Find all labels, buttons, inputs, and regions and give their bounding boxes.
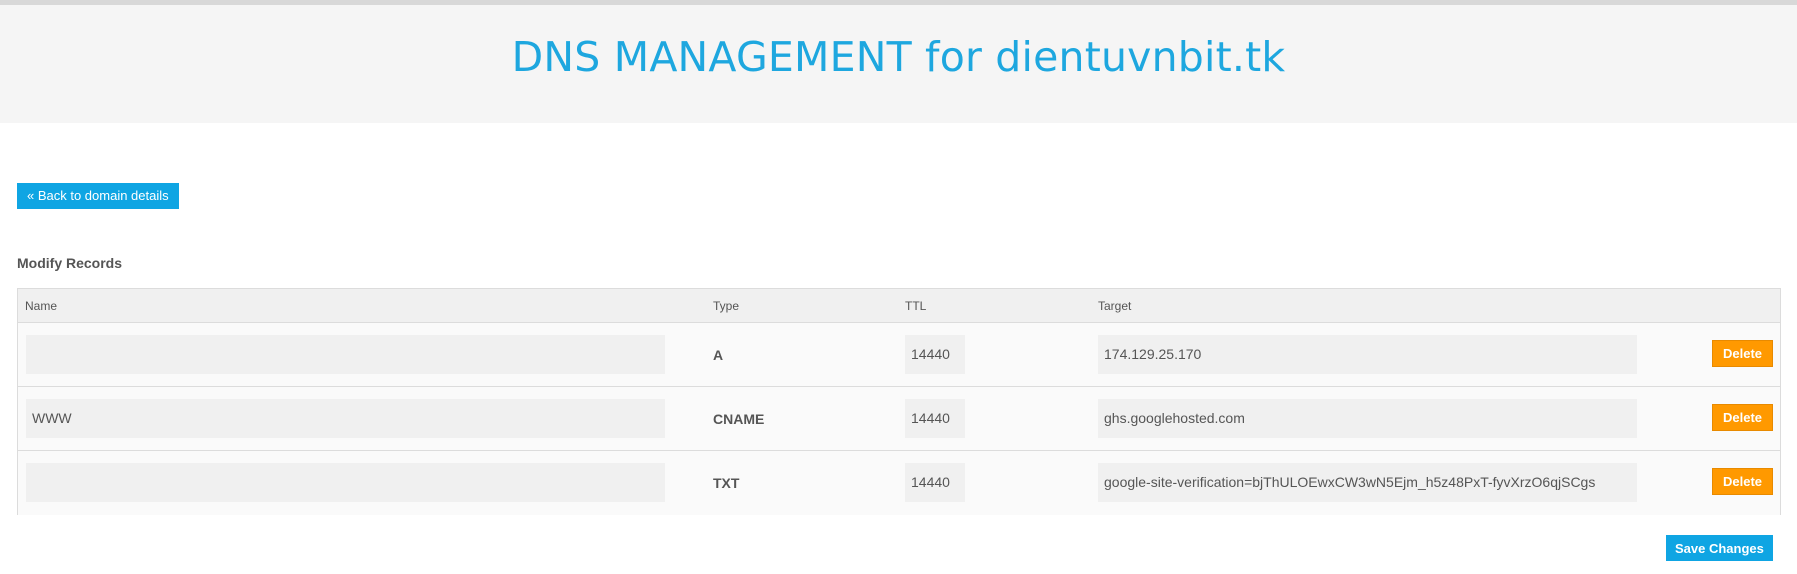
delete-record-button[interactable]: Delete — [1712, 340, 1773, 367]
record-name-input[interactable] — [26, 399, 665, 438]
record-name-input[interactable] — [26, 335, 665, 374]
record-name-input[interactable] — [26, 463, 665, 502]
delete-record-button[interactable]: Delete — [1712, 404, 1773, 431]
record-target-input[interactable] — [1098, 399, 1637, 438]
record-type: CNAME — [713, 411, 765, 427]
column-header-type: Type — [713, 299, 740, 313]
table-row: TXT Delete — [18, 451, 1780, 515]
page-title: DNS MANAGEMENT for dientuvnbit.tk — [511, 33, 1286, 81]
record-target-input[interactable] — [1098, 463, 1637, 502]
records-table: Name Type TTL Target A Delete CNAME Dele… — [17, 288, 1781, 515]
column-header-ttl: TTL — [905, 299, 927, 313]
delete-record-button[interactable]: Delete — [1712, 468, 1773, 495]
table-header: Name Type TTL Target — [18, 289, 1780, 323]
record-type: A — [713, 347, 724, 363]
table-row: CNAME Delete — [18, 387, 1780, 451]
record-target-input[interactable] — [1098, 335, 1637, 374]
record-ttl-input[interactable] — [905, 335, 965, 374]
section-title: Modify Records — [17, 255, 123, 271]
record-type: TXT — [713, 475, 740, 491]
back-to-domain-details-button[interactable]: « Back to domain details — [17, 183, 179, 209]
record-ttl-input[interactable] — [905, 399, 965, 438]
page-header: DNS MANAGEMENT for dientuvnbit.tk — [0, 5, 1797, 123]
column-header-target: Target — [1098, 299, 1132, 313]
save-changes-button[interactable]: Save Changes — [1666, 535, 1773, 561]
column-header-name: Name — [25, 299, 58, 313]
table-row: A Delete — [18, 323, 1780, 387]
record-ttl-input[interactable] — [905, 463, 965, 502]
